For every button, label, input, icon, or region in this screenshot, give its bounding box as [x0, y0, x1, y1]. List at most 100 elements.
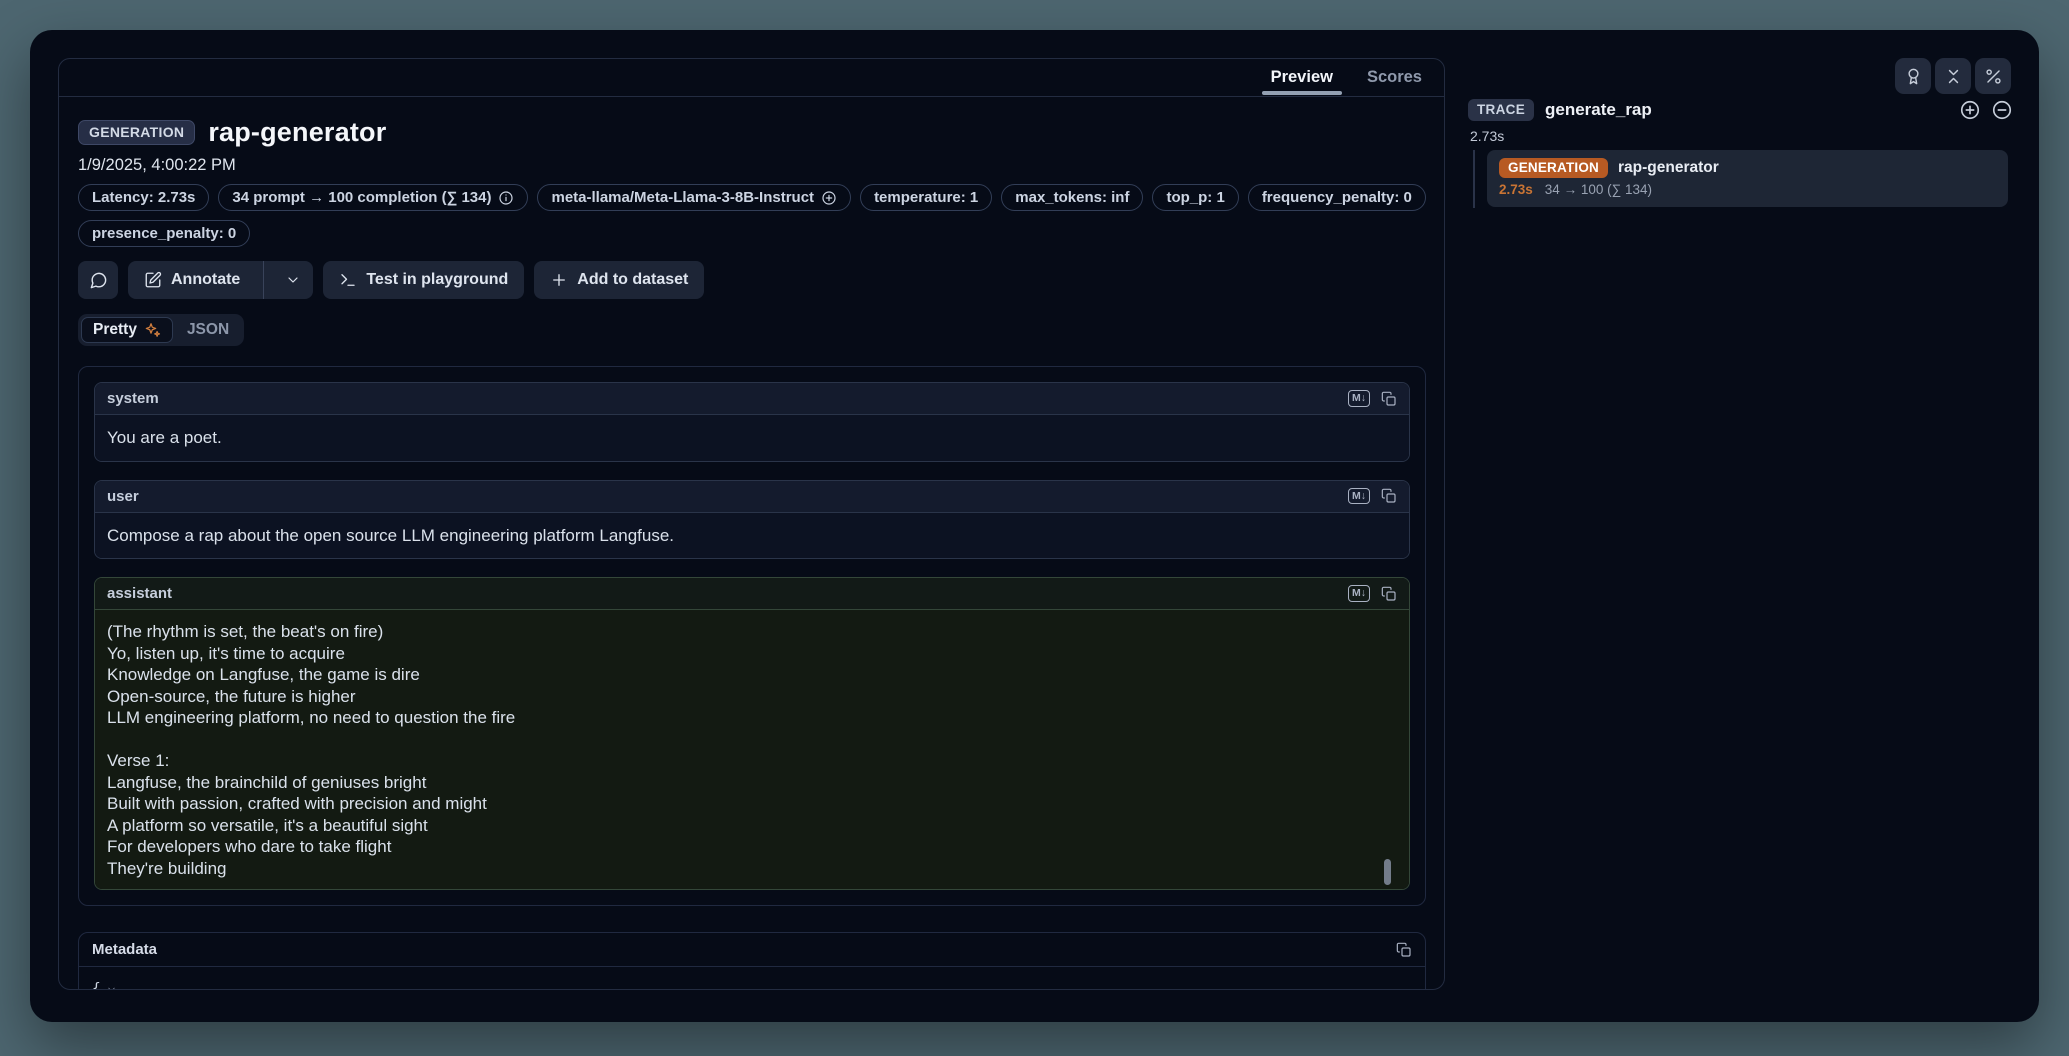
message-system-header: system M↓	[95, 383, 1409, 415]
sparkles-icon	[144, 322, 161, 339]
copy-icon	[1381, 488, 1397, 504]
trace-detail-modal: Preview Scores GENERATION rap-generator …	[30, 30, 2039, 1022]
plus-icon	[550, 271, 568, 289]
terminal-icon	[339, 271, 357, 289]
assistant-line: Open-source, the future is higher	[107, 686, 1397, 708]
info-icon[interactable]	[498, 190, 514, 206]
timestamp: 1/9/2025, 4:00:22 PM	[78, 156, 1426, 175]
assistant-line-blank	[107, 729, 1397, 751]
metadata-json: { category: "rap" }	[79, 967, 1425, 990]
comment-icon	[89, 271, 108, 290]
toggle-json[interactable]: JSON	[175, 317, 241, 343]
add-to-dataset-label: Add to dataset	[577, 271, 688, 289]
copy-icon	[1396, 942, 1412, 958]
assistant-line: They're building	[107, 858, 1397, 880]
assistant-line: Yo, listen up, it's time to acquire	[107, 643, 1397, 665]
markdown-toggle-icon[interactable]: M↓	[1348, 390, 1370, 407]
annotate-button[interactable]: Annotate	[128, 261, 254, 299]
button-divider	[263, 261, 264, 299]
assistant-line: LLM engineering platform, no need to que…	[107, 707, 1397, 729]
plus-circle-icon[interactable]	[821, 190, 837, 206]
percent-view-button[interactable]	[1975, 58, 2011, 94]
chip-token-usage[interactable]: 34 prompt → 100 completion (∑ 134)	[218, 184, 528, 211]
chip-token-usage-label: 34 prompt → 100 completion (∑ 134)	[232, 189, 491, 206]
json-open-brace: {	[92, 980, 101, 990]
chip-frequency-penalty-label: frequency_penalty: 0	[1262, 189, 1412, 206]
assistant-line: A platform so versatile, it's a beautifu…	[107, 815, 1397, 837]
message-user-content: Compose a rap about the open source LLM …	[95, 513, 1409, 559]
chip-top-p-label: top_p: 1	[1166, 189, 1224, 206]
plus-circle-icon	[1959, 99, 1981, 121]
generation-type-badge: GENERATION	[78, 120, 195, 145]
chip-latency: Latency: 2.73s	[78, 184, 209, 211]
parameter-chips: Latency: 2.73s 34 prompt → 100 completio…	[78, 184, 1426, 247]
generation-badge: GENERATION	[1499, 158, 1608, 178]
page-title: rap-generator	[208, 117, 386, 148]
add-to-dataset-button[interactable]: Add to dataset	[534, 261, 704, 299]
markdown-toggle-icon[interactable]: M↓	[1348, 488, 1370, 505]
view-toggle: Pretty JSON	[78, 314, 244, 346]
chevron-down-icon	[285, 272, 301, 288]
collapse-all-button[interactable]	[1991, 99, 2013, 121]
message-system: system M↓ You are a poet.	[94, 382, 1410, 462]
tree-node-duration: 2.73s	[1499, 182, 1533, 197]
tree-indent-guide	[1473, 150, 1475, 208]
io-messages-container: system M↓ You are a poet. user	[78, 366, 1426, 906]
message-assistant-content: (The rhythm is set, the beat's on fire) …	[95, 610, 1409, 889]
observation-content: GENERATION rap-generator 1/9/2025, 4:00:…	[59, 97, 1444, 990]
expand-all-button[interactable]	[1959, 99, 1981, 121]
copy-button[interactable]	[1381, 488, 1397, 504]
test-in-playground-button[interactable]: Test in playground	[323, 261, 524, 299]
metadata-title: Metadata	[92, 941, 157, 958]
chip-latency-label: Latency: 2.73s	[92, 189, 195, 206]
chip-presence-penalty-label: presence_penalty: 0	[92, 225, 236, 242]
metadata-card: Metadata { category:	[78, 932, 1426, 990]
assistant-line: For developers who dare to take flight	[107, 836, 1397, 858]
role-label: system	[107, 390, 159, 407]
observation-header: GENERATION rap-generator	[78, 117, 1426, 148]
minus-circle-icon	[1991, 99, 2013, 121]
assistant-line: Built with passion, crafted with precisi…	[107, 793, 1397, 815]
comment-button[interactable]	[78, 261, 118, 299]
message-user-header: user M↓	[95, 481, 1409, 513]
tab-preview[interactable]: Preview	[1271, 68, 1333, 87]
annotate-split-button[interactable]: Annotate	[128, 261, 313, 299]
markdown-toggle-icon[interactable]: M↓	[1348, 585, 1370, 602]
message-assistant: assistant M↓ (The rhythm is set, the bea…	[94, 577, 1410, 890]
trace-header: TRACE generate_rap	[1468, 99, 2013, 121]
copy-icon	[1381, 391, 1397, 407]
tree-node-tokens: 34 → 100 (∑ 134)	[1545, 182, 1652, 197]
observation-panel: Preview Scores GENERATION rap-generator …	[58, 58, 1445, 990]
tree-node-generation[interactable]: GENERATION rap-generator 2.73s 34 → 100 …	[1487, 150, 2008, 207]
chip-temperature: temperature: 1	[860, 184, 992, 211]
chip-presence-penalty: presence_penalty: 0	[78, 220, 250, 247]
tab-scores[interactable]: Scores	[1367, 68, 1422, 87]
annotate-dropdown[interactable]	[273, 261, 313, 299]
annotate-label: Annotate	[171, 271, 240, 289]
desktop-background: { "window": { "tabs": [ { "label": "Prev…	[0, 0, 2069, 1056]
metadata-header: Metadata	[79, 933, 1425, 967]
tree-controls	[1959, 99, 2013, 121]
chip-frequency-penalty: frequency_penalty: 0	[1248, 184, 1426, 211]
copy-button[interactable]	[1396, 942, 1412, 958]
edit-pencil-icon	[144, 271, 162, 289]
annotation-queue-button[interactable]	[1895, 58, 1931, 94]
collapse-caret-icon[interactable]	[106, 984, 117, 990]
collapse-panel-button[interactable]	[1935, 58, 1971, 94]
chip-max-tokens-label: max_tokens: inf	[1015, 189, 1129, 206]
chip-model[interactable]: meta-llama/Meta-Llama-3-8B-Instruct	[537, 184, 851, 211]
percent-icon	[1984, 67, 2003, 86]
copy-button[interactable]	[1381, 586, 1397, 602]
chip-top-p: top_p: 1	[1152, 184, 1238, 211]
json-label: JSON	[187, 321, 229, 339]
chip-max-tokens: max_tokens: inf	[1001, 184, 1143, 211]
role-label: user	[107, 488, 139, 505]
copy-icon	[1381, 586, 1397, 602]
scrollbar-thumb[interactable]	[1384, 859, 1391, 885]
trace-title[interactable]: generate_rap	[1545, 100, 1652, 120]
award-icon	[1904, 67, 1923, 86]
copy-button[interactable]	[1381, 391, 1397, 407]
chip-temperature-label: temperature: 1	[874, 189, 978, 206]
toggle-pretty[interactable]: Pretty	[81, 317, 173, 343]
assistant-line: (The rhythm is set, the beat's on fire)	[107, 621, 1397, 643]
